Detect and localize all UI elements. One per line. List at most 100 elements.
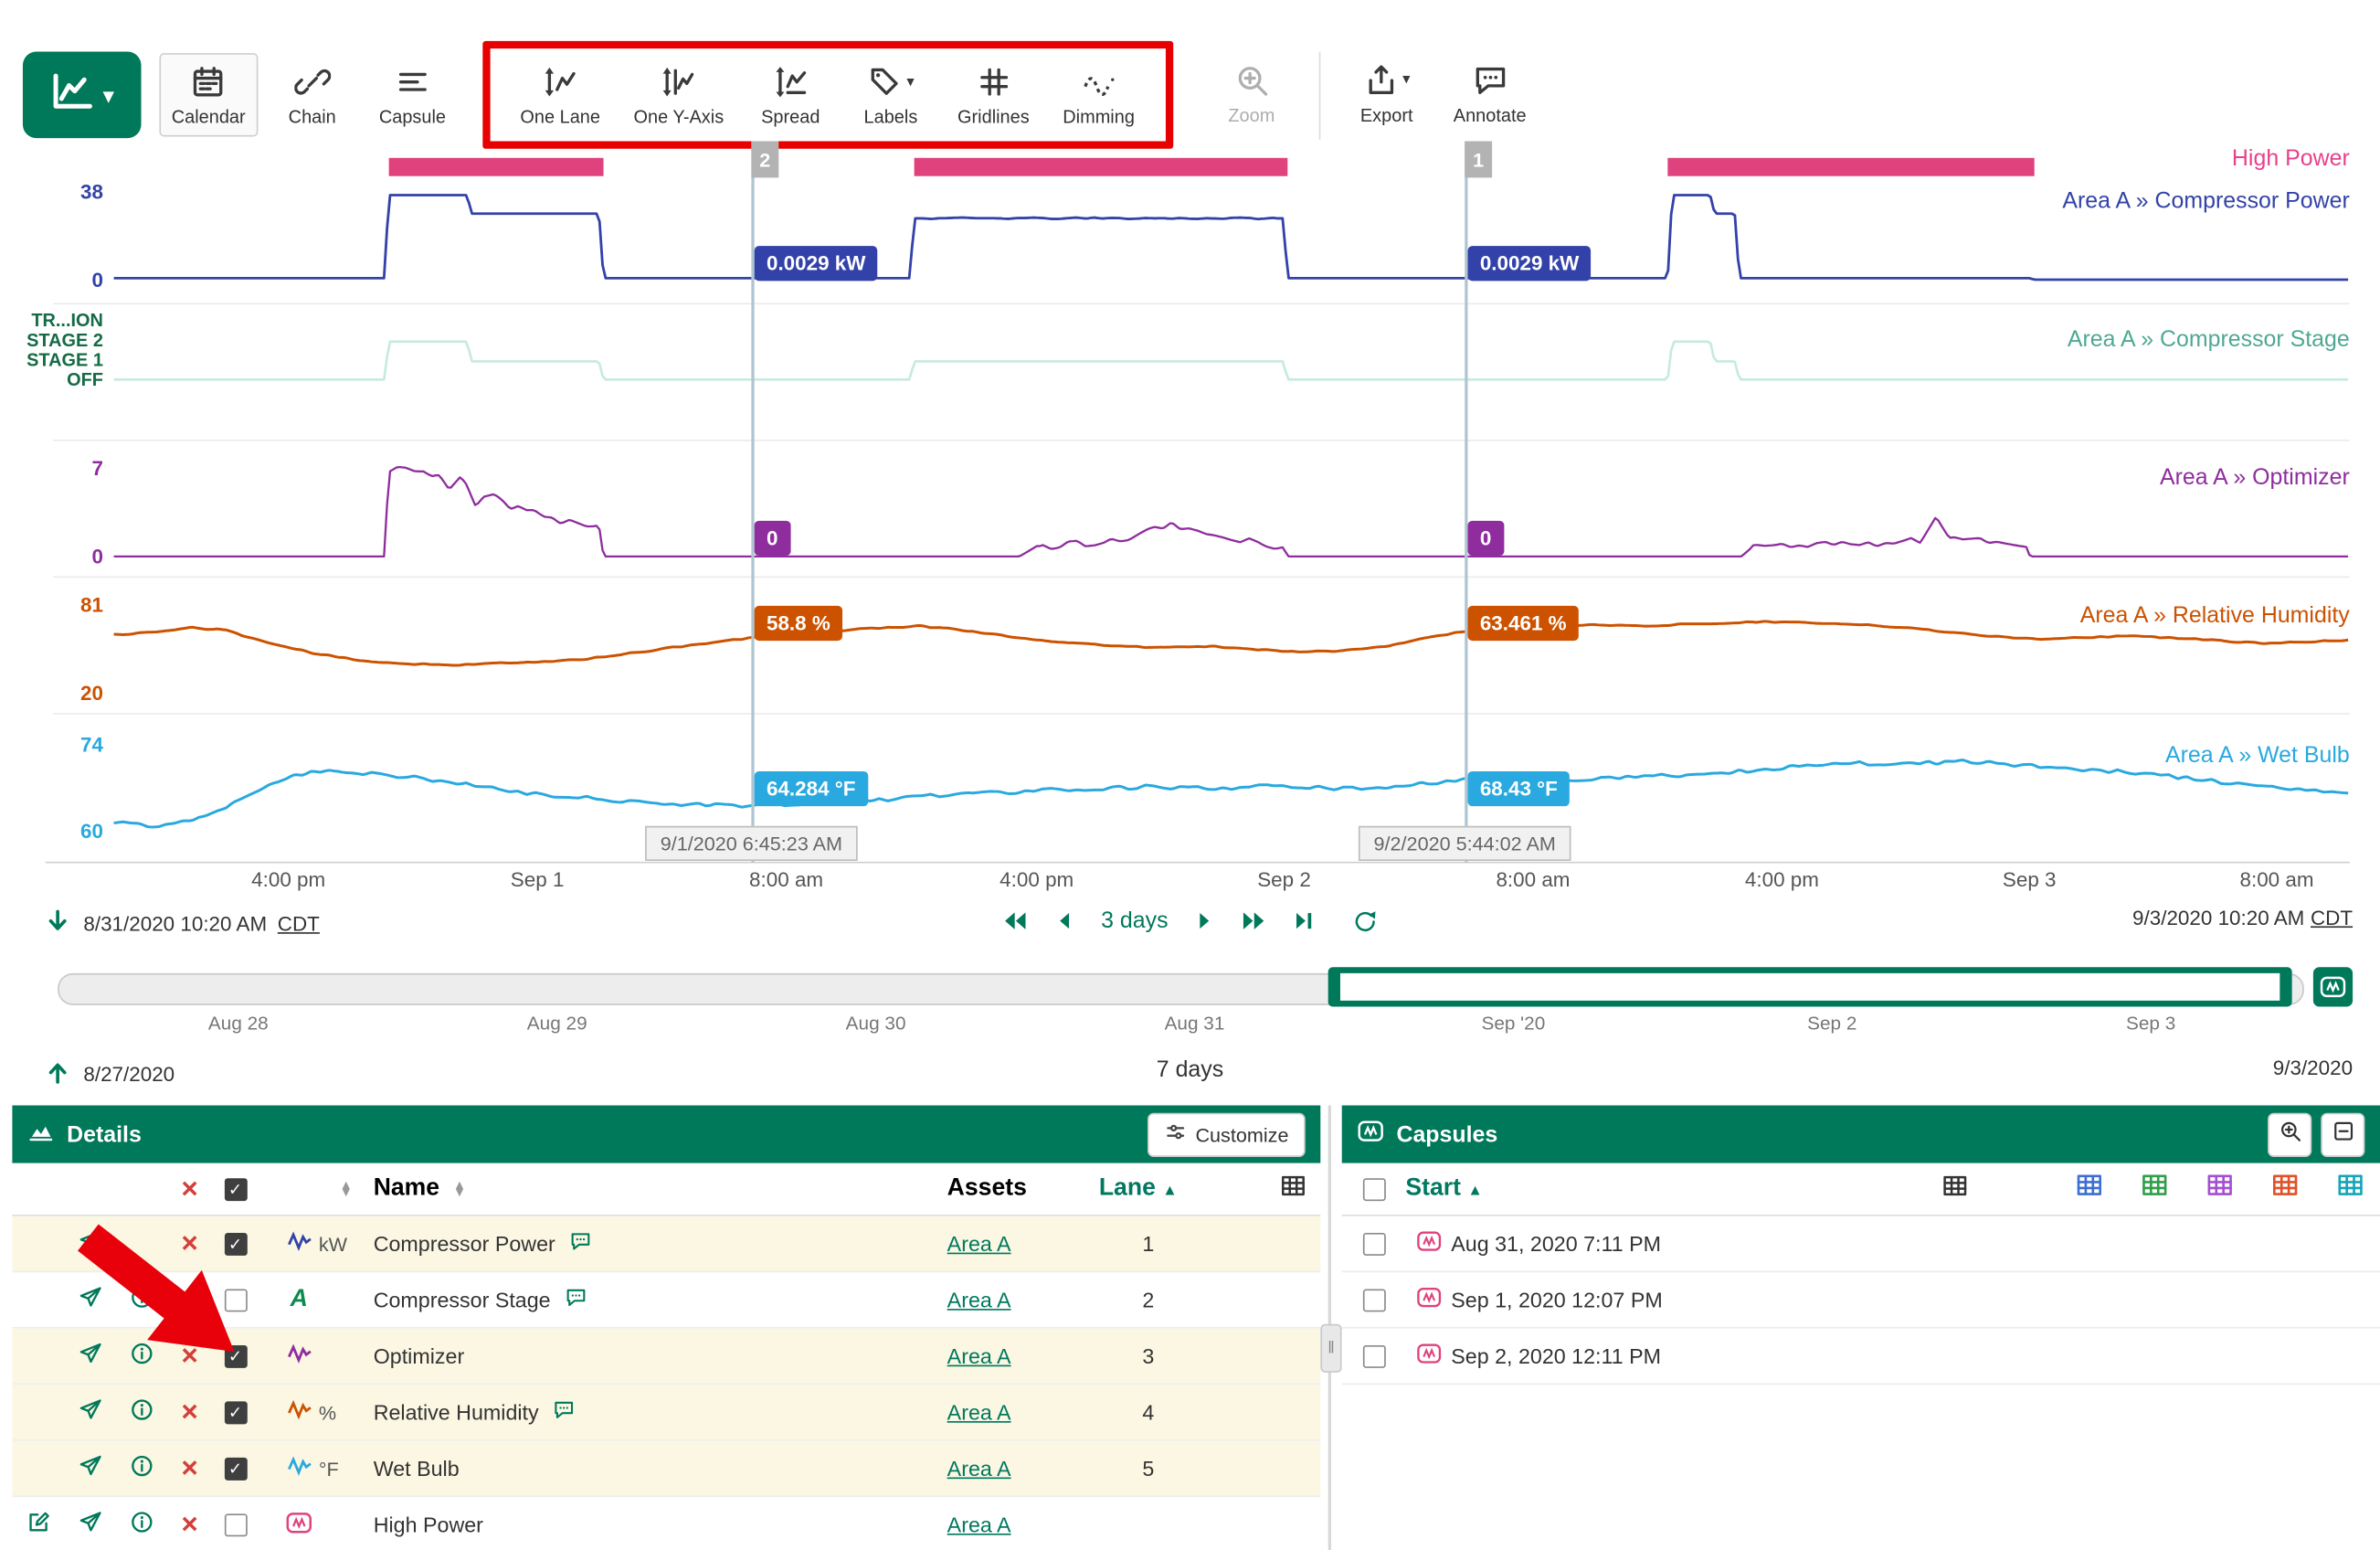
row-checkbox[interactable] bbox=[224, 1289, 247, 1311]
capsule-table-column-icon-2[interactable] bbox=[2205, 1171, 2235, 1207]
asset-link[interactable]: Area A bbox=[947, 1513, 1011, 1537]
asset-link[interactable]: Area A bbox=[947, 1343, 1011, 1368]
capsule-table-column-icon-3[interactable] bbox=[2270, 1171, 2300, 1207]
capsule-table-column-icon-1[interactable] bbox=[2141, 1171, 2170, 1207]
y-axis-label-optimizer[interactable]: 7 bbox=[0, 457, 103, 480]
lane-label-optimizer[interactable]: Area A » Optimizer bbox=[2160, 464, 2350, 490]
assets-column-header[interactable]: Assets bbox=[947, 1175, 1027, 1203]
remove-icon[interactable]: × bbox=[181, 1285, 197, 1314]
toolbar-button-export[interactable]: ▾Export bbox=[1341, 51, 1433, 134]
investigate-selected-range[interactable] bbox=[1328, 967, 2292, 1006]
lane-label-power[interactable]: Area A » Compressor Power bbox=[2062, 188, 2349, 214]
pin-to-trend-icon[interactable] bbox=[77, 1228, 102, 1258]
pin-to-trend-icon[interactable] bbox=[77, 1453, 102, 1483]
sort-icon[interactable]: ▲▼ bbox=[340, 1181, 353, 1196]
info-icon[interactable] bbox=[128, 1341, 153, 1371]
toolbar-button-one-y-axis[interactable]: One Y-Axis bbox=[621, 53, 735, 136]
pin-to-trend-icon[interactable] bbox=[77, 1396, 102, 1427]
step-back-button[interactable] bbox=[1051, 907, 1080, 936]
asset-link[interactable]: Area A bbox=[947, 1288, 1011, 1312]
timezone-link[interactable]: CDT bbox=[278, 912, 320, 935]
panel-splitter-handle[interactable]: ‖ bbox=[1320, 1324, 1341, 1373]
edit-icon[interactable] bbox=[25, 1509, 50, 1539]
duration-label[interactable]: 3 days bbox=[1101, 908, 1168, 933]
y-axis-label-stage[interactable]: OFF bbox=[0, 369, 103, 390]
customize-button[interactable]: Customize bbox=[1147, 1112, 1305, 1156]
comment-icon[interactable] bbox=[553, 1398, 576, 1426]
lane-label-wetbulb[interactable]: Area A » Wet Bulb bbox=[2165, 742, 2350, 768]
cursor-badge[interactable]: 1 bbox=[1465, 142, 1492, 178]
y-axis-label-stage[interactable]: TR...ION bbox=[0, 310, 103, 331]
y-axis-label-stage[interactable]: STAGE 2 bbox=[0, 330, 103, 351]
info-icon[interactable] bbox=[128, 1285, 153, 1315]
y-axis-label-humidity[interactable]: 81 bbox=[0, 594, 103, 617]
remove-icon[interactable]: × bbox=[181, 1342, 197, 1371]
details-row-high-power[interactable]: ×High PowerArea A bbox=[12, 1497, 1320, 1550]
pin-to-trend-icon[interactable] bbox=[77, 1509, 102, 1539]
toolbar-button-dimming[interactable]: Dimming bbox=[1051, 53, 1147, 136]
arrow-up-icon[interactable] bbox=[43, 1056, 73, 1091]
details-row-relative-humidity[interactable]: ×✓%Relative HumidityArea A4 bbox=[12, 1385, 1320, 1440]
toolbar-button-annotate[interactable]: Annotate bbox=[1442, 51, 1539, 134]
capsule-table-column-icon-0[interactable] bbox=[2075, 1171, 2104, 1207]
toolbar-button-calendar[interactable]: Calendar bbox=[159, 53, 257, 136]
y-axis-label-stage[interactable]: STAGE 1 bbox=[0, 349, 103, 370]
cursor-badge[interactable]: 2 bbox=[751, 142, 778, 178]
details-row-wet-bulb[interactable]: ×✓°FWet BulbArea A5 bbox=[12, 1441, 1320, 1497]
details-row-compressor-power[interactable]: ×✓kWCompressor PowerArea A1 bbox=[12, 1216, 1320, 1272]
lane-label-stage[interactable]: Area A » Compressor Stage bbox=[2068, 326, 2350, 352]
toolbar-button-one-lane[interactable]: One Lane bbox=[508, 53, 612, 136]
add-column-icon[interactable] bbox=[1280, 1172, 1307, 1206]
start-column-header[interactable]: Start ▲ bbox=[1405, 1175, 1482, 1203]
capsule-row[interactable]: Sep 1, 2020 12:07 PM bbox=[1342, 1272, 2380, 1328]
asset-link[interactable]: Area A bbox=[947, 1456, 1011, 1481]
toolbar-button-gridlines[interactable]: Gridlines bbox=[946, 53, 1042, 136]
lane-column-header[interactable]: Lane ▲ bbox=[1099, 1175, 1178, 1203]
row-checkbox[interactable]: ✓ bbox=[224, 1401, 247, 1424]
y-axis-label-optimizer[interactable]: 0 bbox=[0, 545, 103, 568]
capsule-checkbox[interactable] bbox=[1362, 1289, 1385, 1311]
select-all-capsules-checkbox[interactable] bbox=[1362, 1177, 1385, 1200]
row-checkbox[interactable]: ✓ bbox=[224, 1232, 247, 1255]
row-checkbox[interactable]: ✓ bbox=[224, 1344, 247, 1367]
add-column-icon[interactable] bbox=[1941, 1173, 1969, 1207]
toolbar-button-labels[interactable]: ▾Labels bbox=[845, 53, 936, 136]
zoom-to-capsule-button[interactable] bbox=[2268, 1112, 2311, 1156]
arrow-down-icon[interactable] bbox=[43, 907, 73, 941]
details-row-compressor-stage[interactable]: ×ACompressor StageArea A2 bbox=[12, 1272, 1320, 1328]
pin-to-trend-icon[interactable] bbox=[77, 1341, 102, 1371]
capsule-table-column-icon-4[interactable] bbox=[2336, 1171, 2365, 1207]
step-back-fast-button[interactable] bbox=[1000, 907, 1030, 936]
toolbar-button-spread[interactable]: Spread bbox=[745, 53, 836, 136]
name-column-header[interactable]: Name bbox=[374, 1175, 439, 1203]
refresh-icon[interactable] bbox=[1352, 908, 1380, 935]
info-icon[interactable] bbox=[128, 1453, 153, 1483]
toolbar-button-chain[interactable]: Chain bbox=[267, 53, 358, 136]
y-axis-label-power[interactable]: 38 bbox=[0, 181, 103, 204]
y-axis-label-wetbulb[interactable]: 74 bbox=[0, 733, 103, 756]
capsule-row[interactable]: Sep 2, 2020 12:11 PM bbox=[1342, 1329, 2380, 1385]
step-forward-button[interactable] bbox=[1190, 907, 1219, 936]
asset-link[interactable]: Area A bbox=[947, 1400, 1011, 1425]
y-axis-label-power[interactable]: 0 bbox=[0, 269, 103, 292]
select-all-checkbox[interactable]: ✓ bbox=[224, 1177, 247, 1200]
remove-icon[interactable]: × bbox=[181, 1397, 197, 1427]
details-row-optimizer[interactable]: ×✓OptimizerArea A3 bbox=[12, 1329, 1320, 1385]
capsule-row[interactable]: Aug 31, 2020 7:11 PM bbox=[1342, 1216, 2380, 1272]
y-axis-label-wetbulb[interactable]: 60 bbox=[0, 820, 103, 843]
remove-icon[interactable]: × bbox=[181, 1454, 197, 1483]
sort-icon[interactable]: ▲▼ bbox=[453, 1181, 466, 1196]
y-axis-label-humidity[interactable]: 20 bbox=[0, 682, 103, 705]
remove-all-button[interactable]: × bbox=[181, 1174, 197, 1204]
comment-icon[interactable] bbox=[569, 1230, 592, 1258]
pin-to-trend-icon[interactable] bbox=[77, 1285, 102, 1315]
row-checkbox[interactable]: ✓ bbox=[224, 1457, 247, 1480]
lane-label-humidity[interactable]: Area A » Relative Humidity bbox=[2080, 603, 2350, 629]
toolbar-button-capsule[interactable]: Capsule bbox=[367, 53, 459, 136]
row-checkbox[interactable] bbox=[224, 1513, 247, 1536]
condition-label-high-power[interactable]: High Power bbox=[2232, 145, 2350, 171]
remove-icon[interactable]: × bbox=[181, 1510, 197, 1539]
collapse-panel-button[interactable] bbox=[2321, 1112, 2364, 1156]
capsule-checkbox[interactable] bbox=[1362, 1344, 1385, 1367]
info-icon[interactable] bbox=[128, 1509, 153, 1539]
